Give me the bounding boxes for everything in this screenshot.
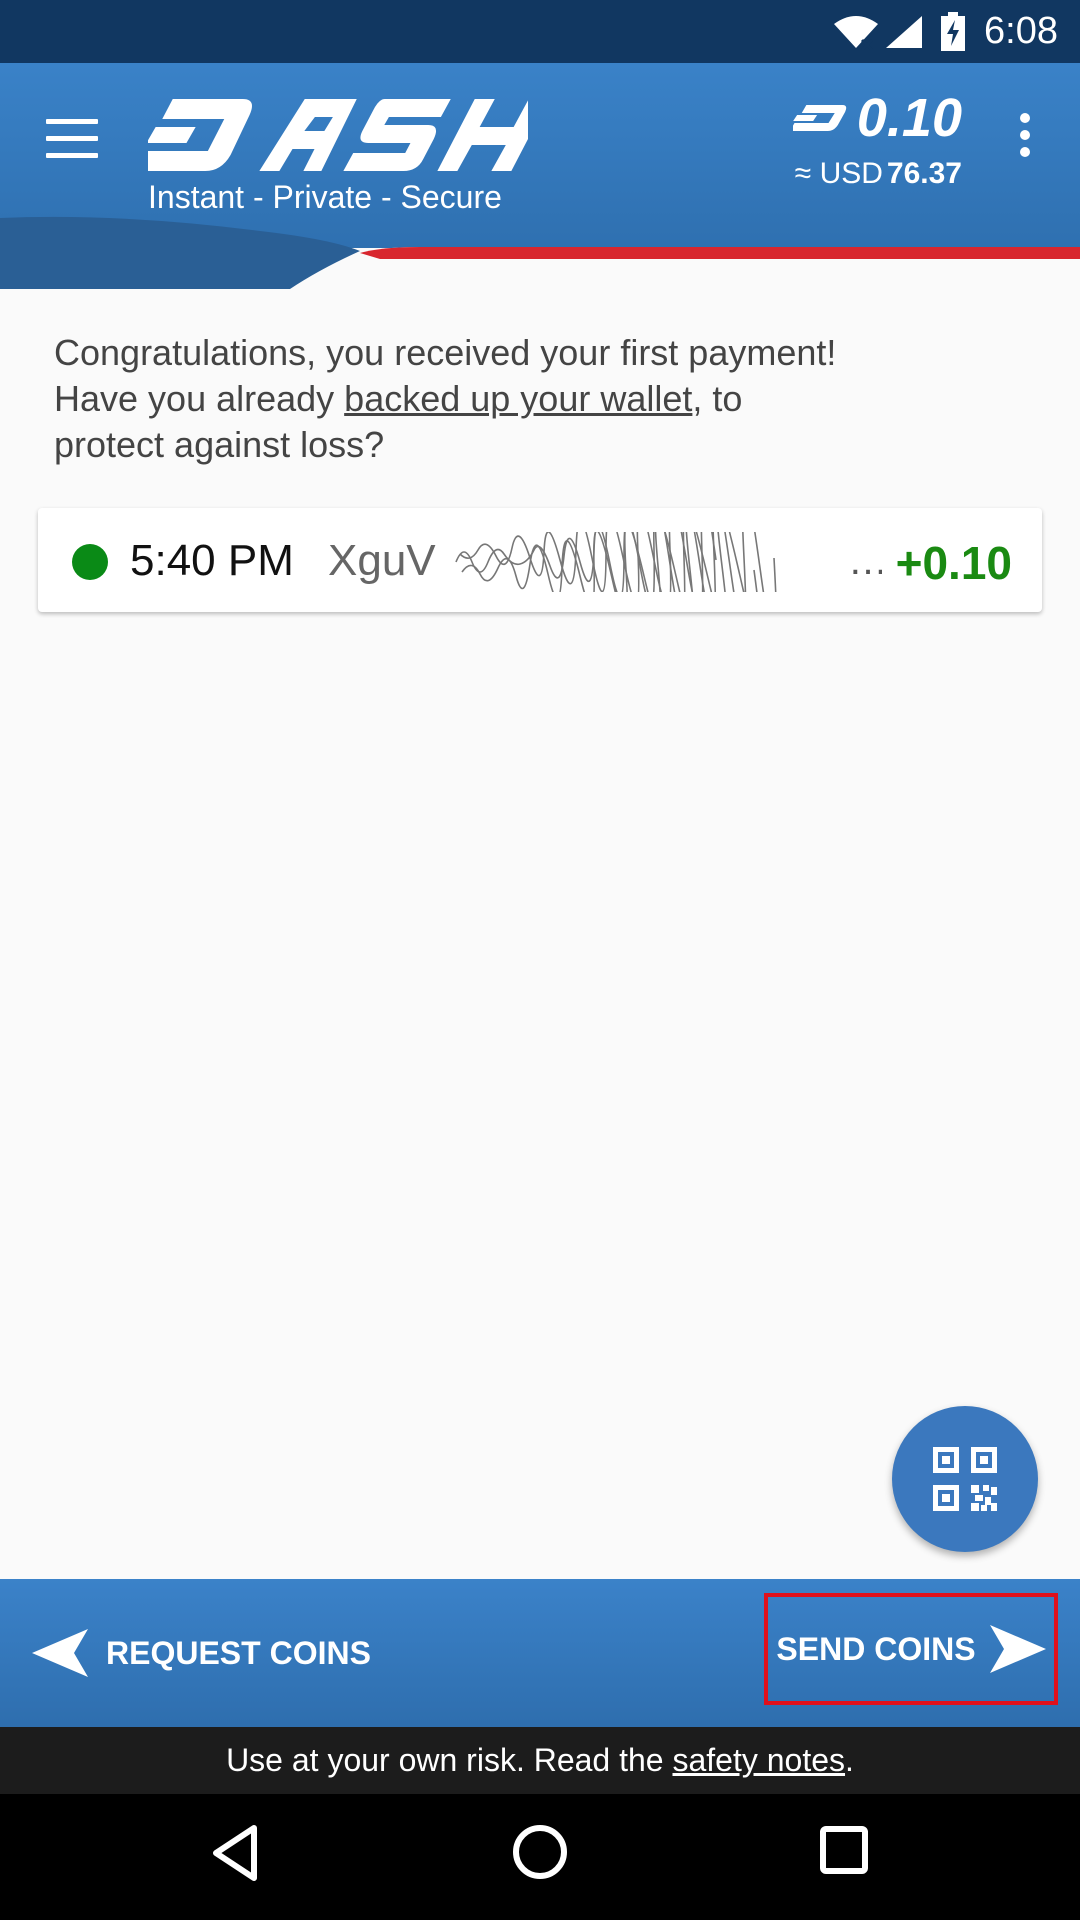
request-coins-label: REQUEST COINS	[106, 1634, 371, 1671]
svg-text:…: …	[848, 539, 882, 583]
app-bar: Instant - Private - Secure 0.10 ≈ USD 76.…	[0, 63, 1080, 289]
status-bar: 6:08	[0, 0, 1080, 63]
recent-apps-icon[interactable]	[820, 1826, 868, 1874]
fiat-value: 76.37	[886, 157, 962, 190]
balance-value: 0.10	[856, 88, 962, 148]
tx-address: XguV	[328, 536, 436, 585]
notice-line-3: protect against loss?	[54, 424, 385, 465]
home-icon[interactable]	[512, 1824, 568, 1880]
tx-time: 5:40 PM	[130, 536, 294, 585]
backup-wallet-link[interactable]: backed up your wallet	[344, 378, 692, 419]
risk-notice: Use at your own risk. Read the safety no…	[0, 1727, 1080, 1794]
safety-notes-link[interactable]: safety notes	[672, 1742, 845, 1778]
notice-line-2: Have you already backed up your wallet, …	[54, 378, 743, 419]
wifi-icon	[834, 16, 878, 50]
battery-charging-icon	[941, 12, 965, 51]
notice-line-1: Congratulations, you received your first…	[54, 332, 837, 373]
dash-logo	[148, 99, 528, 171]
send-coins-label: SEND COINS	[776, 1630, 976, 1667]
tagline: Instant - Private - Secure	[148, 179, 502, 215]
clock: 6:08	[984, 10, 1058, 52]
arrow-right-icon	[989, 1625, 1046, 1673]
balance-fiat: ≈ USD 76.37	[795, 157, 962, 191]
send-coins-button[interactable]: SEND COINS	[764, 1593, 1058, 1705]
tx-amount: +0.10	[895, 537, 1012, 589]
scan-qr-button[interactable]	[892, 1406, 1038, 1552]
balance-amount[interactable]: 0.10	[792, 87, 962, 149]
back-icon[interactable]	[210, 1824, 260, 1882]
first-payment-notice: Congratulations, you received your first…	[54, 330, 1014, 468]
bottom-action-bar: REQUEST COINS SEND COINS	[0, 1579, 1080, 1727]
request-coins-button[interactable]: REQUEST COINS	[32, 1625, 371, 1681]
transaction-row[interactable]: 5:40 PM XguV … +0.10	[38, 508, 1042, 612]
dash-currency-icon	[792, 105, 847, 131]
arrow-left-icon	[32, 1629, 88, 1677]
fiat-prefix: ≈ USD	[794, 157, 883, 190]
tx-status-dot	[72, 544, 108, 580]
system-nav-bar	[0, 1794, 1080, 1920]
redacted-address: …	[455, 532, 882, 592]
menu-icon[interactable]	[46, 119, 98, 159]
qr-code-icon	[933, 1447, 997, 1511]
more-vert-icon[interactable]	[1020, 113, 1032, 157]
signal-icon	[886, 16, 922, 48]
